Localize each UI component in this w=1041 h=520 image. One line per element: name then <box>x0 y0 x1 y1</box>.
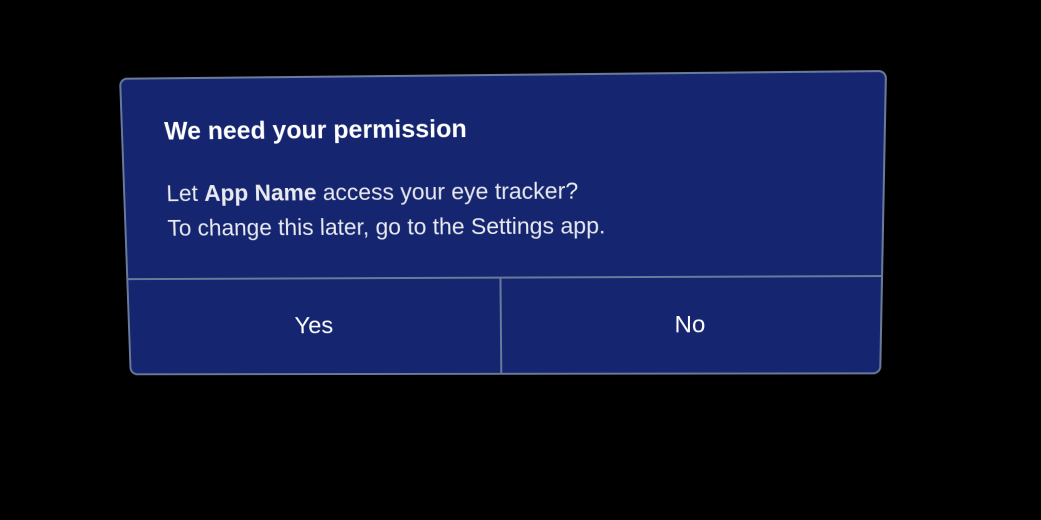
permission-dialog-container: We need your permission Let App Name acc… <box>120 75 880 377</box>
dialog-message-prefix: Let <box>166 180 205 206</box>
dialog-title: We need your permission <box>164 111 841 146</box>
dialog-message-line2: To change this later, go to the Settings… <box>167 206 839 244</box>
permission-dialog: We need your permission Let App Name acc… <box>119 70 887 375</box>
dialog-message-line1: Let App Name access your eye tracker? <box>166 172 840 211</box>
dialog-app-name: App Name <box>204 179 317 206</box>
dialog-button-row: Yes No <box>128 275 881 373</box>
dialog-body: We need your permission Let App Name acc… <box>121 72 885 278</box>
no-button[interactable]: No <box>501 277 881 373</box>
dialog-message: Let App Name access your eye tracker? To… <box>166 172 840 245</box>
dialog-message-suffix: access your eye tracker? <box>316 177 578 205</box>
yes-button[interactable]: Yes <box>128 279 502 374</box>
